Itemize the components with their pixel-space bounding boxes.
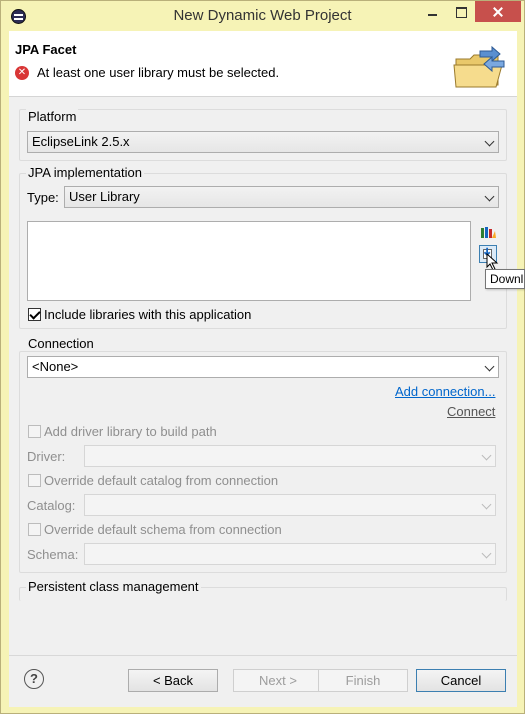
minimize-button[interactable] [419, 1, 447, 22]
bottom-separator [9, 655, 517, 656]
connection-combo[interactable]: <None> [27, 356, 499, 378]
catalog-label: Catalog: [27, 498, 76, 513]
next-button[interactable]: Next > [233, 669, 323, 692]
platform-label: Platform [26, 109, 79, 124]
type-combo-value: User Library [69, 189, 140, 204]
back-button-label: < Back [152, 673, 194, 688]
override-catalog-checkbox[interactable] [28, 474, 41, 487]
platform-combo-value: EclipseLink 2.5.x [32, 134, 130, 149]
help-icon[interactable]: ? [24, 669, 44, 689]
chevron-down-icon [484, 136, 495, 147]
cancel-button[interactable]: Cancel [416, 669, 506, 692]
chevron-down-icon [484, 191, 495, 202]
connect-link[interactable]: Connect [447, 404, 495, 419]
add-driver-checkbox[interactable] [28, 425, 41, 438]
driver-label: Driver: [27, 449, 66, 464]
add-connection-link[interactable]: Add connection... [395, 384, 495, 399]
connection-combo-value: <None> [32, 359, 79, 374]
schema-combo[interactable] [84, 543, 496, 565]
finish-button-label: Finish [345, 673, 381, 688]
back-button[interactable]: < Back [128, 669, 218, 692]
dialog-client-area: JPA Facet ✕ At least one user library mu… [9, 31, 525, 707]
error-message: At least one user library must be select… [37, 65, 280, 80]
finish-button[interactable]: Finish [318, 669, 408, 692]
add-driver-label: Add driver library to build path [44, 424, 217, 439]
folder-wizard-icon [453, 45, 505, 88]
driver-combo[interactable] [84, 445, 496, 467]
chevron-down-icon [484, 361, 495, 372]
download-tooltip: Downl [485, 269, 525, 289]
connection-label: Connection [26, 336, 96, 351]
dialog-window: New Dynamic Web Project JPA Facet ✕ At l… [0, 0, 525, 714]
chevron-down-icon [481, 548, 492, 559]
override-catalog-label: Override default catalog from connection [44, 473, 279, 488]
error-icon: ✕ [15, 66, 29, 80]
type-combo[interactable]: User Library [64, 186, 499, 208]
cancel-button-label: Cancel [440, 673, 482, 688]
catalog-combo[interactable] [84, 494, 496, 516]
wizard-banner: JPA Facet ✕ At least one user library mu… [9, 31, 517, 97]
chevron-down-icon [481, 499, 492, 510]
chevron-down-icon [481, 450, 492, 461]
override-schema-checkbox[interactable] [28, 523, 41, 536]
override-schema-label: Override default schema from connection [44, 522, 282, 537]
page-title: JPA Facet [15, 42, 77, 57]
include-libraries-label[interactable]: Include libraries with this application [44, 307, 251, 322]
persistent-class-label: Persistent class management [26, 579, 201, 594]
user-library-list[interactable] [27, 221, 471, 301]
platform-combo[interactable]: EclipseLink 2.5.x [27, 131, 499, 153]
title-bar[interactable]: New Dynamic Web Project [1, 1, 524, 31]
next-button-label: Next > [259, 673, 297, 688]
type-label: Type: [27, 190, 59, 205]
include-libraries-checkbox[interactable] [28, 308, 41, 321]
schema-label: Schema: [27, 547, 79, 562]
manage-libraries-icon[interactable] [479, 223, 497, 241]
close-button[interactable] [475, 1, 521, 22]
jpa-implementation-label: JPA implementation [26, 165, 144, 180]
maximize-button[interactable] [447, 1, 475, 22]
